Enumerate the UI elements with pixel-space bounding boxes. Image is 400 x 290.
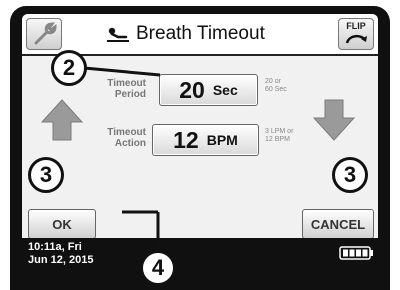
- callout-2: 2: [51, 50, 87, 86]
- callout-4: 4: [140, 250, 176, 286]
- callout-3-right: 3: [332, 157, 368, 193]
- callout-3-left: 3: [28, 157, 64, 193]
- callout-leader-lines: [83, 66, 161, 252]
